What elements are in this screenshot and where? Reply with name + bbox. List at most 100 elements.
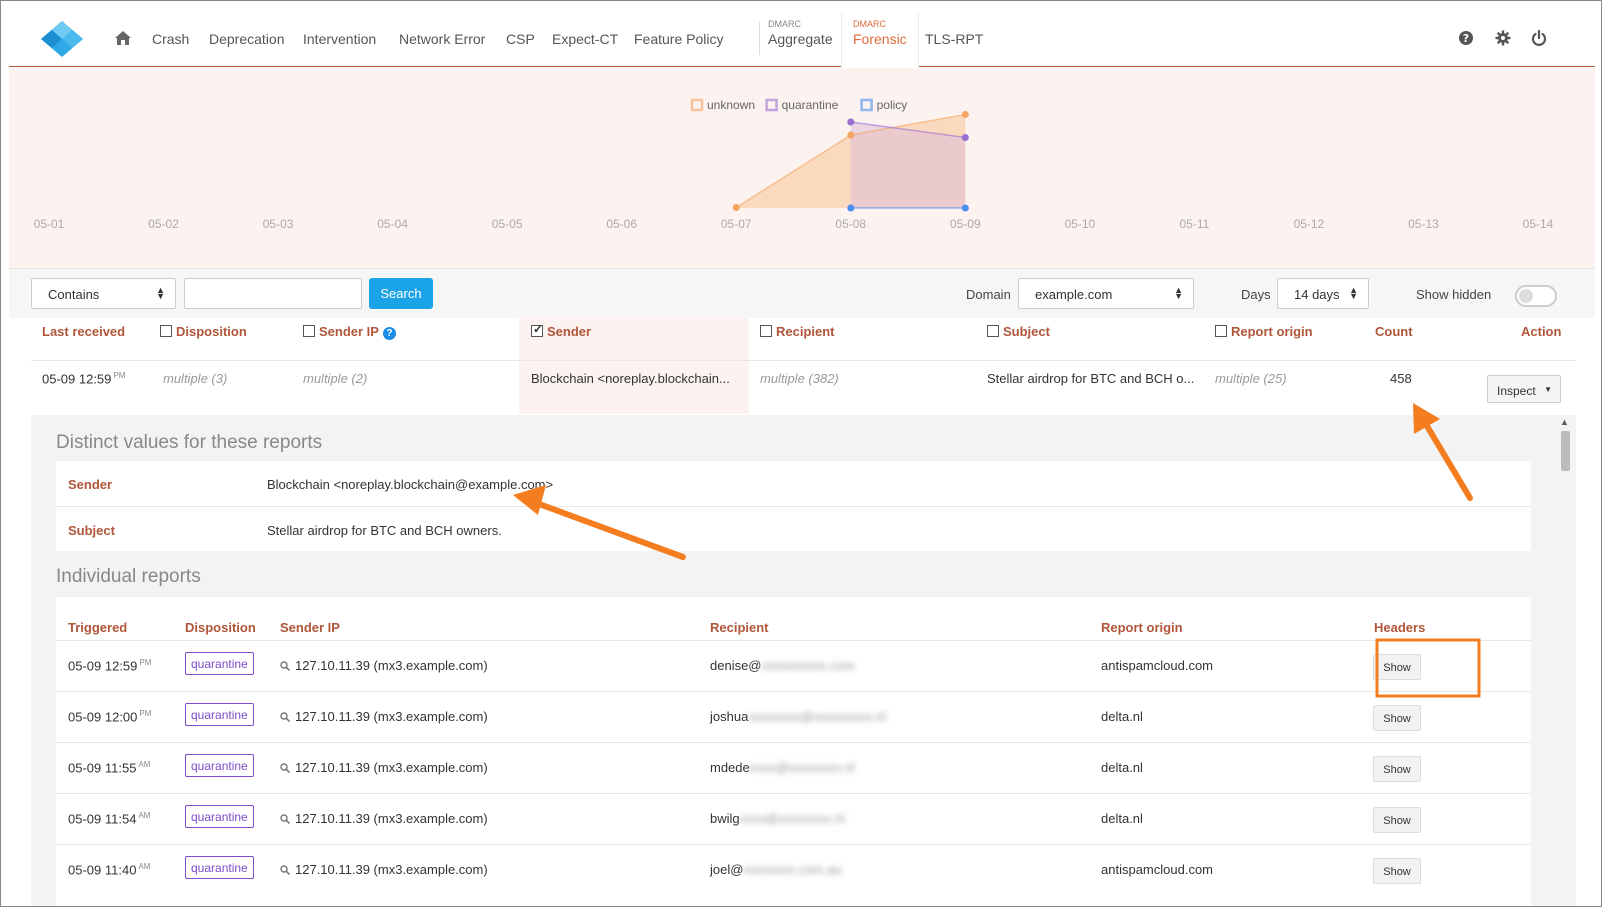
report-sender-ip[interactable]: 127.10.11.39 (mx3.example.com) bbox=[280, 862, 488, 877]
caret-down-icon[interactable]: ▼ bbox=[1544, 385, 1552, 394]
nav-dmarc-aggregate[interactable]: DMARC Aggregate bbox=[757, 13, 844, 67]
x-tick-label: 05-04 bbox=[377, 217, 408, 231]
rcol-sender-ip: Sender IP bbox=[280, 620, 340, 635]
search-icon[interactable] bbox=[280, 712, 290, 722]
help-circle-icon[interactable]: ? bbox=[382, 327, 396, 340]
ampm-text: AM bbox=[138, 862, 151, 871]
rcol-triggered: Triggered bbox=[68, 620, 128, 635]
individual-reports-table: Triggered Disposition Sender IP Recipien… bbox=[56, 597, 1531, 906]
show-headers-button[interactable]: Show bbox=[1373, 807, 1421, 833]
show-headers-button[interactable]: Show bbox=[1373, 705, 1421, 731]
show-headers-button[interactable]: Show bbox=[1373, 654, 1421, 680]
settings-gear-icon[interactable] bbox=[1495, 30, 1511, 46]
report-triggered: 05-09 11:54 AM bbox=[68, 811, 150, 826]
show-headers-button[interactable]: Show bbox=[1373, 756, 1421, 782]
search-button[interactable]: Search bbox=[369, 278, 433, 309]
search-icon[interactable] bbox=[280, 814, 290, 824]
col-disposition[interactable]: Disposition bbox=[160, 324, 247, 339]
detail-panel: Distinct values for these reports Sender… bbox=[31, 415, 1576, 906]
show-hidden-label: Show hidden bbox=[1416, 287, 1492, 302]
days-select[interactable]: 14 days ▲ ▼ bbox=[1277, 278, 1369, 309]
scroll-up-icon[interactable]: ▲ bbox=[1560, 417, 1569, 427]
disposition-checkbox[interactable] bbox=[160, 325, 172, 337]
nav-group-label: Forensic bbox=[853, 31, 907, 47]
redacted-text: xxxxxxxx@xxxxxxxxx.nl bbox=[748, 709, 886, 724]
app-logo[interactable] bbox=[39, 19, 85, 59]
col-count[interactable]: Count bbox=[1375, 324, 1413, 339]
ip-text: 127.10.11.39 (mx3.example.com) bbox=[295, 658, 488, 673]
select-arrows-icon: ▲ ▼ bbox=[1174, 285, 1183, 301]
x-tick-label: 05-10 bbox=[1064, 217, 1095, 231]
col-recipient[interactable]: Recipient bbox=[760, 324, 835, 339]
x-tick-label: 05-01 bbox=[34, 217, 65, 231]
select-arrows-icon: ▲ ▼ bbox=[1349, 285, 1358, 301]
inspect-button[interactable]: Inspect ▼ bbox=[1487, 375, 1561, 403]
ampm-text: AM bbox=[138, 811, 151, 820]
domain-select[interactable]: example.com ▲ ▼ bbox=[1018, 278, 1194, 309]
app-window: Crash Deprecation Intervention Network E… bbox=[0, 0, 1602, 907]
nav-dmarc-forensic[interactable]: DMARC Forensic bbox=[841, 13, 919, 67]
disposition-badge: quarantine bbox=[185, 754, 254, 777]
report-origin-checkbox[interactable] bbox=[1215, 325, 1227, 337]
sender-checkbox[interactable] bbox=[531, 322, 543, 337]
subject-checkbox[interactable] bbox=[987, 325, 999, 337]
nav-deprecation[interactable]: Deprecation bbox=[209, 31, 285, 47]
col-sender[interactable]: Sender bbox=[531, 322, 592, 339]
nav-tls-rpt[interactable]: TLS-RPT bbox=[925, 31, 983, 47]
col-report-origin[interactable]: Report origin bbox=[1215, 324, 1313, 339]
home-icon[interactable] bbox=[114, 30, 132, 46]
nav-csp[interactable]: CSP bbox=[506, 31, 535, 47]
power-icon[interactable] bbox=[1531, 30, 1547, 46]
time-text: 05-09 12:59 bbox=[42, 371, 112, 387]
legend-label-unknown: unknown bbox=[707, 98, 755, 112]
distinct-label: Subject bbox=[68, 523, 115, 538]
nav-crash[interactable]: Crash bbox=[152, 31, 189, 47]
report-sender-ip[interactable]: 127.10.11.39 (mx3.example.com) bbox=[280, 760, 488, 775]
domain-label: Domain bbox=[966, 287, 1011, 302]
row-disposition: multiple (3) bbox=[163, 371, 228, 386]
domain-value: example.com bbox=[1035, 287, 1113, 302]
scroll-thumb[interactable] bbox=[1561, 431, 1570, 471]
col-label: Report origin bbox=[1231, 324, 1313, 339]
ampm-text: PM bbox=[113, 371, 126, 380]
panel-scrollbar[interactable]: ▲ bbox=[1556, 415, 1574, 906]
nav-expect-ct[interactable]: Expect-CT bbox=[552, 31, 618, 47]
recipient-checkbox[interactable] bbox=[760, 325, 772, 337]
search-icon[interactable] bbox=[280, 763, 290, 773]
nav-feature-policy[interactable]: Feature Policy bbox=[634, 31, 723, 47]
col-label: Sender bbox=[547, 324, 592, 339]
filter-bar: Contains ▲ ▼ Search Domain example.com ▲ ▼… bbox=[9, 268, 1595, 318]
help-icon[interactable]: ? bbox=[1458, 30, 1474, 46]
x-tick-label: 05-07 bbox=[721, 217, 752, 231]
match-mode-select[interactable]: Contains ▲ ▼ bbox=[31, 278, 176, 309]
col-sender-ip[interactable]: Sender IP? bbox=[303, 324, 396, 340]
report-origin: antispamcloud.com bbox=[1101, 862, 1213, 877]
time-text: 05-09 12:59 bbox=[68, 658, 138, 674]
ip-text: 127.10.11.39 (mx3.example.com) bbox=[295, 811, 488, 826]
search-input[interactable] bbox=[184, 278, 362, 309]
show-hidden-toggle[interactable] bbox=[1515, 285, 1557, 307]
show-headers-button[interactable]: Show bbox=[1373, 858, 1421, 884]
search-icon[interactable] bbox=[280, 661, 290, 671]
recipient-text: joshua bbox=[710, 709, 749, 724]
point-quarantine bbox=[847, 118, 855, 126]
disposition-badge: quarantine bbox=[185, 856, 254, 879]
report-recipient: joshuaxxxxxxxx@xxxxxxxxx.nl bbox=[710, 709, 886, 724]
col-subject[interactable]: Subject bbox=[987, 324, 1050, 339]
ampm-text: PM bbox=[139, 709, 152, 718]
x-tick-label: 05-13 bbox=[1408, 217, 1439, 231]
search-icon[interactable] bbox=[280, 865, 290, 875]
report-sender-ip[interactable]: 127.10.11.39 (mx3.example.com) bbox=[280, 658, 488, 673]
rcol-recipient: Recipient bbox=[710, 620, 769, 635]
sender-ip-checkbox[interactable] bbox=[303, 325, 315, 337]
report-row: 05-09 11:55 AM quarantine 127.10.11.39 (mx3… bbox=[56, 742, 1531, 793]
report-sender-ip[interactable]: 127.10.11.39 (mx3.example.com) bbox=[280, 709, 488, 724]
col-label: Subject bbox=[1003, 324, 1050, 339]
nav-network-error[interactable]: Network Error bbox=[399, 31, 485, 47]
nav-intervention[interactable]: Intervention bbox=[303, 31, 376, 47]
report-sender-ip[interactable]: 127.10.11.39 (mx3.example.com) bbox=[280, 811, 488, 826]
days-label: Days bbox=[1241, 287, 1271, 302]
legend-label-quarantine: quarantine bbox=[782, 98, 839, 112]
col-last-received[interactable]: Last received bbox=[42, 324, 125, 339]
report-triggered: 05-09 12:59 PM bbox=[68, 658, 151, 673]
